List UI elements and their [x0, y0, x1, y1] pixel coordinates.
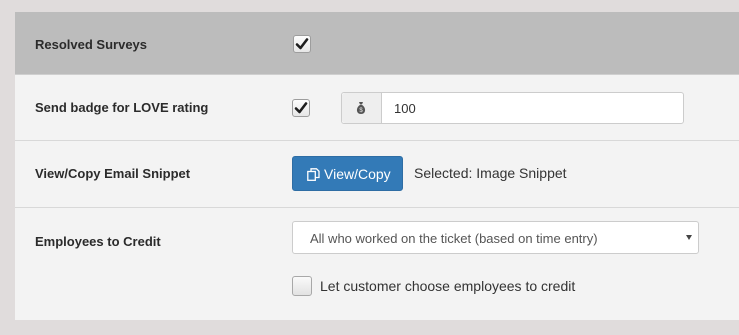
money-bag-icon: $ [356, 102, 366, 114]
badge-amount-input-group: $ 100 [341, 92, 684, 124]
send-badge-checkbox[interactable] [292, 99, 310, 117]
employees-select-value: All who worked on the ticket (based on t… [310, 231, 598, 246]
badge-amount-input[interactable]: 100 [394, 101, 416, 116]
checkmark-icon [294, 102, 308, 114]
view-copy-button-label: View/Copy [324, 166, 391, 182]
copy-icon [307, 168, 320, 181]
send-badge-label: Send badge for LOVE rating [35, 100, 209, 115]
customer-choose-checkbox[interactable] [292, 276, 312, 296]
view-copy-button[interactable]: View/Copy [292, 156, 403, 191]
settings-panel: Resolved Surveys Send badge for LOVE rat… [15, 12, 739, 320]
input-addon: $ [342, 93, 382, 123]
row-resolved-surveys: Resolved Surveys [15, 12, 739, 75]
row-employees-to-credit: Employees to Credit All who worked on th… [15, 208, 739, 320]
row-view-copy: View/Copy Email Snippet View/Copy Select… [15, 141, 739, 208]
resolved-surveys-checkbox[interactable] [293, 35, 311, 53]
employees-select[interactable]: All who worked on the ticket (based on t… [292, 221, 699, 254]
customer-choose-label[interactable]: Let customer choose employees to credit [320, 278, 575, 294]
row-send-badge: Send badge for LOVE rating $ 100 [15, 75, 739, 141]
caret-down-icon [686, 235, 692, 240]
checkmark-icon [295, 38, 309, 50]
view-copy-label: View/Copy Email Snippet [35, 166, 191, 181]
selected-snippet-text: Selected: Image Snippet [414, 165, 567, 181]
resolved-surveys-label: Resolved Surveys [35, 37, 148, 52]
employees-to-credit-label: Employees to Credit [35, 234, 161, 249]
